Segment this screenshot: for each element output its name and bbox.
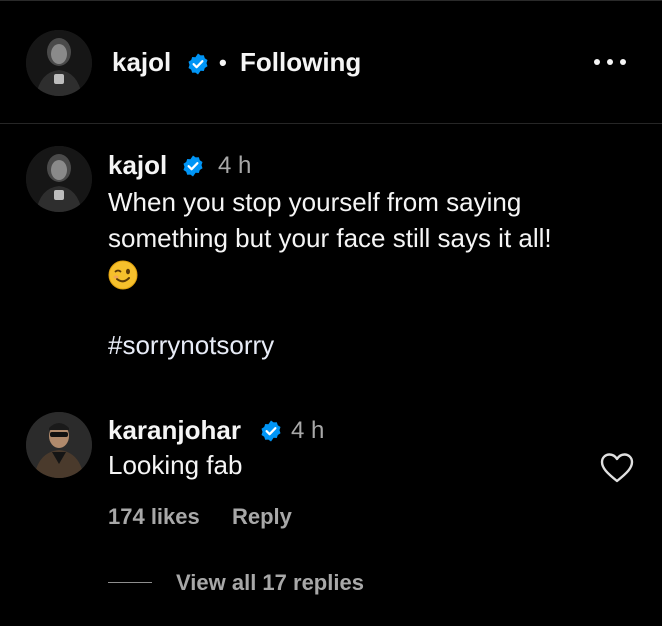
author-avatar[interactable]: [26, 30, 92, 96]
verified-badge-icon: [181, 154, 205, 178]
post-header: kajol • Following: [0, 0, 662, 124]
like-heart-icon[interactable]: [600, 452, 634, 484]
more-options-icon[interactable]: [594, 56, 628, 68]
separator-dot: •: [219, 50, 227, 75]
header-divider: [0, 123, 662, 124]
winking-face-icon: [108, 260, 138, 290]
avatar-photo-icon: [26, 412, 92, 478]
avatar-photo-icon: [26, 146, 92, 212]
reply-button[interactable]: Reply: [232, 504, 292, 530]
comment-text: Looking fab: [108, 450, 243, 480]
caption-timestamp[interactable]: 4 h: [218, 152, 251, 180]
caption-text: When you stop yourself from saying somet…: [108, 187, 552, 253]
caption-username[interactable]: kajol: [108, 150, 167, 181]
header-username[interactable]: kajol: [112, 47, 171, 78]
replies-divider-line: [108, 582, 152, 583]
comment-timestamp[interactable]: 4 h: [291, 417, 324, 445]
avatar-photo-icon: [26, 30, 92, 96]
comment-username[interactable]: karanjohar: [108, 415, 241, 446]
verified-badge-icon: [259, 419, 283, 443]
view-replies-button[interactable]: View all 17 replies: [176, 570, 364, 596]
caption-author-avatar[interactable]: [26, 146, 92, 212]
commenter-avatar[interactable]: [26, 412, 92, 478]
verified-badge-icon: [186, 52, 210, 76]
likes-count[interactable]: 174 likes: [108, 504, 200, 530]
following-button[interactable]: Following: [240, 47, 361, 78]
hashtag-link[interactable]: #sorrynotsorry: [108, 330, 274, 361]
